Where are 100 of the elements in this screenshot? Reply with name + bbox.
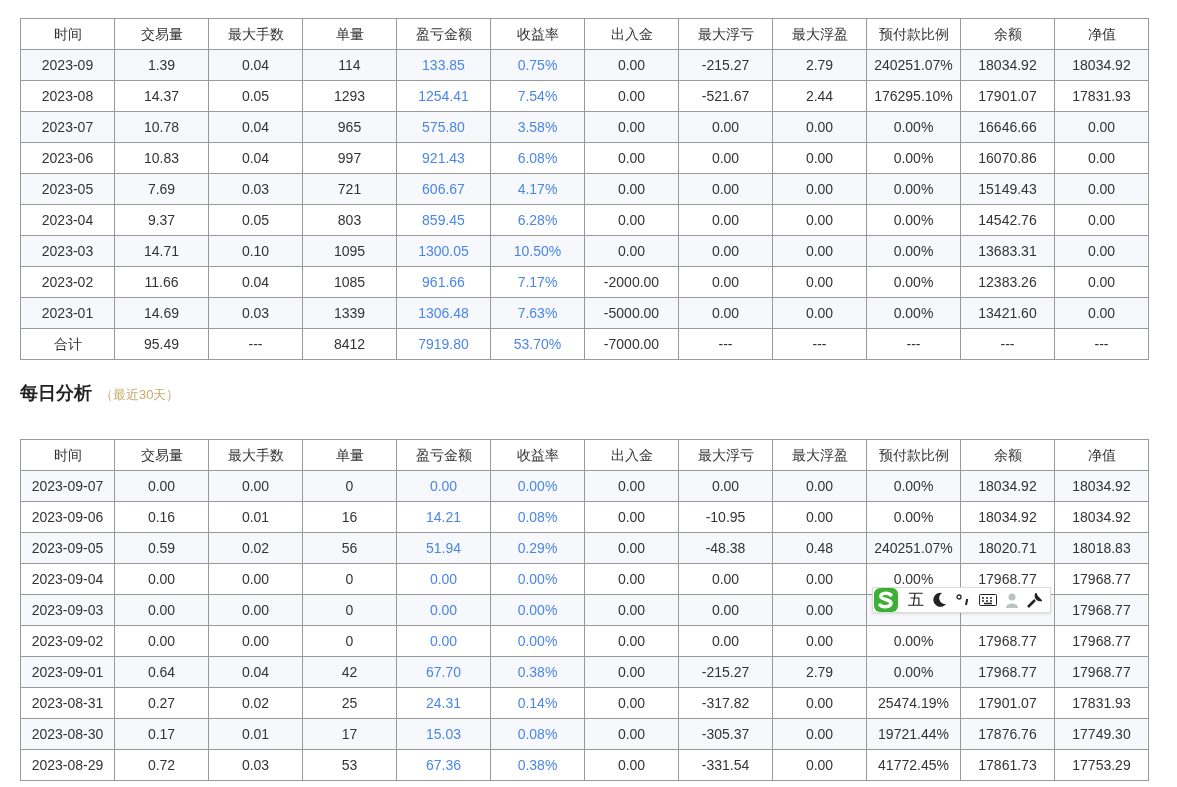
column-header: 最大浮盈 bbox=[772, 439, 867, 471]
table-cell: 0.00 bbox=[396, 563, 491, 595]
table-cell: 合计 bbox=[20, 328, 115, 360]
moon-icon[interactable] bbox=[933, 592, 947, 608]
table-cell: 17901.07 bbox=[960, 80, 1055, 112]
table-cell: -2000.00 bbox=[584, 266, 679, 298]
table-cell: 0.00 bbox=[114, 625, 209, 657]
table-cell: 114 bbox=[302, 49, 397, 81]
table-cell: 0.00 bbox=[584, 718, 679, 750]
table-cell: 0.16 bbox=[114, 501, 209, 533]
table-cell: 0.00 bbox=[678, 563, 773, 595]
table-cell: 53 bbox=[302, 749, 397, 781]
table-cell: 12383.26 bbox=[960, 266, 1055, 298]
table-cell: 0.00 bbox=[678, 204, 773, 236]
table-cell: 0.38% bbox=[490, 656, 585, 688]
table-cell: 0.03 bbox=[208, 297, 303, 329]
table-cell: 53.70% bbox=[490, 328, 585, 360]
column-header: 最大浮亏 bbox=[678, 439, 773, 471]
table-cell: 0.17 bbox=[114, 718, 209, 750]
table-cell: 0.00 bbox=[772, 173, 867, 205]
table-cell: 14.37 bbox=[114, 80, 209, 112]
table-cell: 803 bbox=[302, 204, 397, 236]
table-cell: 0.75% bbox=[490, 49, 585, 81]
table-cell: 0.00 bbox=[1054, 204, 1149, 236]
table-cell: 2023-09-01 bbox=[20, 656, 115, 688]
column-header: 最大手数 bbox=[208, 18, 303, 50]
table-cell: 2023-09-02 bbox=[20, 625, 115, 657]
table-cell: 176295.10% bbox=[866, 80, 961, 112]
table-cell: --- bbox=[208, 328, 303, 360]
table-cell: 1254.41 bbox=[396, 80, 491, 112]
table-cell: 0.00 bbox=[1054, 235, 1149, 267]
column-header: 交易量 bbox=[114, 18, 209, 50]
table-cell: 16 bbox=[302, 501, 397, 533]
column-header: 最大浮亏 bbox=[678, 18, 773, 50]
table-cell: 0.00 bbox=[678, 235, 773, 267]
table-cell: 0.00% bbox=[866, 470, 961, 502]
table-cell: 42 bbox=[302, 656, 397, 688]
table-cell: 1.39 bbox=[114, 49, 209, 81]
table-cell: 0.00 bbox=[584, 532, 679, 564]
table-cell: 17753.29 bbox=[1054, 749, 1149, 781]
table-cell: 0.00% bbox=[490, 625, 585, 657]
table-cell: 17968.77 bbox=[960, 625, 1055, 657]
table-cell: 2023-04 bbox=[20, 204, 115, 236]
table-cell: 15149.43 bbox=[960, 173, 1055, 205]
table-cell: 0 bbox=[302, 594, 397, 626]
table-cell: 0.00 bbox=[1054, 297, 1149, 329]
table-cell: 0.00 bbox=[678, 594, 773, 626]
table-cell: 0.00 bbox=[678, 625, 773, 657]
table-cell: 0.00% bbox=[866, 297, 961, 329]
table-cell: 0.05 bbox=[208, 204, 303, 236]
table-cell: 25474.19% bbox=[866, 687, 961, 719]
table-cell: 25 bbox=[302, 687, 397, 719]
table-cell: 1095 bbox=[302, 235, 397, 267]
table-cell: 13683.31 bbox=[960, 235, 1055, 267]
table-cell: 14.21 bbox=[396, 501, 491, 533]
table-cell: 2.79 bbox=[772, 49, 867, 81]
table-cell: -305.37 bbox=[678, 718, 773, 750]
column-header: 出入金 bbox=[584, 439, 679, 471]
table-cell: 4.17% bbox=[490, 173, 585, 205]
table-cell: 0.00 bbox=[584, 173, 679, 205]
table-cell: 8412 bbox=[302, 328, 397, 360]
column-header: 收益率 bbox=[490, 439, 585, 471]
table-cell: 721 bbox=[302, 173, 397, 205]
table-cell: 0.00 bbox=[1054, 142, 1149, 174]
table-cell: 2023-05 bbox=[20, 173, 115, 205]
punctuation-icon[interactable] bbox=[956, 593, 970, 607]
table-cell: 0.29% bbox=[490, 532, 585, 564]
table-cell: --- bbox=[772, 328, 867, 360]
table-cell: 2.44 bbox=[772, 80, 867, 112]
table-cell: 0.00% bbox=[866, 656, 961, 688]
table-cell: -215.27 bbox=[678, 49, 773, 81]
keyboard-icon[interactable] bbox=[979, 594, 997, 606]
table-cell: 0.00 bbox=[772, 235, 867, 267]
wrench-icon[interactable] bbox=[1027, 592, 1042, 608]
table-cell: 240251.07% bbox=[866, 49, 961, 81]
table-cell: 16646.66 bbox=[960, 111, 1055, 143]
table-cell: -7000.00 bbox=[584, 328, 679, 360]
table-cell: 0.00 bbox=[584, 594, 679, 626]
table-cell: 9.37 bbox=[114, 204, 209, 236]
table-cell: 0.00 bbox=[772, 749, 867, 781]
table-cell: 17 bbox=[302, 718, 397, 750]
table-cell: 0.02 bbox=[208, 687, 303, 719]
table-cell: 41772.45% bbox=[866, 749, 961, 781]
table-cell: 0.00 bbox=[584, 204, 679, 236]
table-cell: 0.04 bbox=[208, 49, 303, 81]
table-cell: 17831.93 bbox=[1054, 687, 1149, 719]
table-cell: 0.14% bbox=[490, 687, 585, 719]
table-cell: 0.02 bbox=[208, 532, 303, 564]
table-cell: 0.00 bbox=[772, 594, 867, 626]
table-cell: 0.00 bbox=[678, 266, 773, 298]
column-header: 净值 bbox=[1054, 439, 1149, 471]
table-cell: 0.00 bbox=[114, 563, 209, 595]
table-cell: 2023-09-03 bbox=[20, 594, 115, 626]
table-cell: 2023-09-06 bbox=[20, 501, 115, 533]
table-cell: --- bbox=[960, 328, 1055, 360]
table-cell: 0.00% bbox=[490, 594, 585, 626]
table-cell: 0.59 bbox=[114, 532, 209, 564]
table-cell: 240251.07% bbox=[866, 532, 961, 564]
table-cell: 0.00 bbox=[678, 111, 773, 143]
table-cell: 19721.44% bbox=[866, 718, 961, 750]
